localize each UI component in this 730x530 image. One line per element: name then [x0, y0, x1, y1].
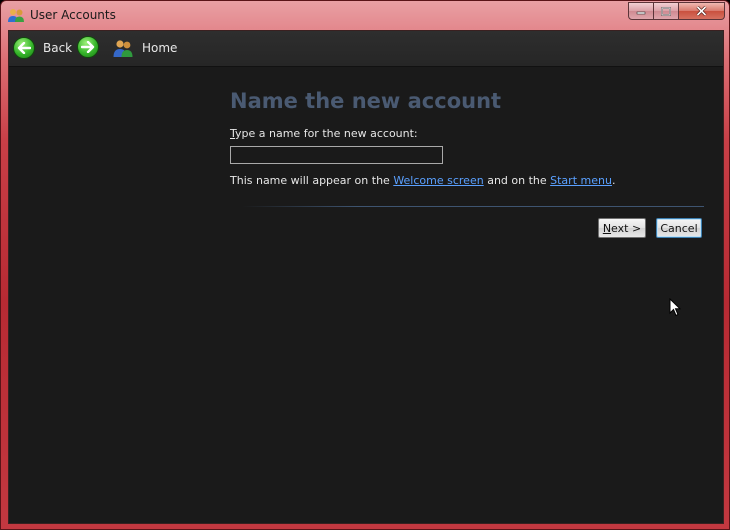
- next-label: ext >: [611, 221, 642, 235]
- caption-buttons: [628, 2, 725, 21]
- forward-arrow-icon: [81, 41, 95, 53]
- maximize-icon: [661, 6, 671, 16]
- maximize-button[interactable]: [654, 2, 679, 20]
- navigation-bar: Back Home: [9, 31, 723, 67]
- info-after: .: [611, 174, 616, 187]
- minimize-button[interactable]: [628, 2, 654, 20]
- user-accounts-icon: [8, 9, 24, 22]
- account-name-input[interactable]: [230, 146, 443, 164]
- account-name-label: Type a name for the new account:: [230, 127, 704, 141]
- cancel-button[interactable]: Cancel: [656, 218, 702, 238]
- label-text: ype a name for the new account:: [235, 127, 418, 140]
- minimize-icon: [636, 11, 646, 15]
- info-text: This name will appear on the Welcome scr…: [230, 174, 704, 188]
- window-frame: User Accounts Back Home Name the new acc…: [0, 0, 730, 530]
- back-label: Back: [43, 41, 73, 55]
- mouse-pointer-icon: [669, 298, 681, 317]
- start-menu-link[interactable]: Start menu: [550, 174, 612, 187]
- title-bar[interactable]: User Accounts: [1, 1, 730, 29]
- client-area: Back Home Name the new account Type a na: [8, 30, 724, 524]
- divider: [242, 206, 704, 207]
- close-button[interactable]: [679, 2, 725, 20]
- back-arrow-circle: [13, 37, 35, 59]
- welcome-screen-link[interactable]: Welcome screen: [393, 174, 483, 187]
- forward-button[interactable]: [77, 36, 99, 58]
- user-accounts-home-icon: [113, 40, 133, 57]
- page-title: Name the new account: [230, 89, 502, 113]
- close-icon: [696, 6, 707, 16]
- next-button[interactable]: Next >: [598, 218, 646, 238]
- info-middle: and on the: [483, 174, 551, 187]
- window-title: User Accounts: [30, 8, 116, 22]
- next-accelerator: N: [602, 221, 612, 235]
- info-before: This name will appear on the: [230, 174, 394, 187]
- back-button[interactable]: Back: [13, 36, 72, 60]
- home-button[interactable]: Home: [112, 36, 177, 60]
- new-account-form: Name the new account Type a name for the…: [230, 89, 704, 188]
- back-arrow-icon: [17, 42, 31, 54]
- home-label: Home: [142, 41, 178, 55]
